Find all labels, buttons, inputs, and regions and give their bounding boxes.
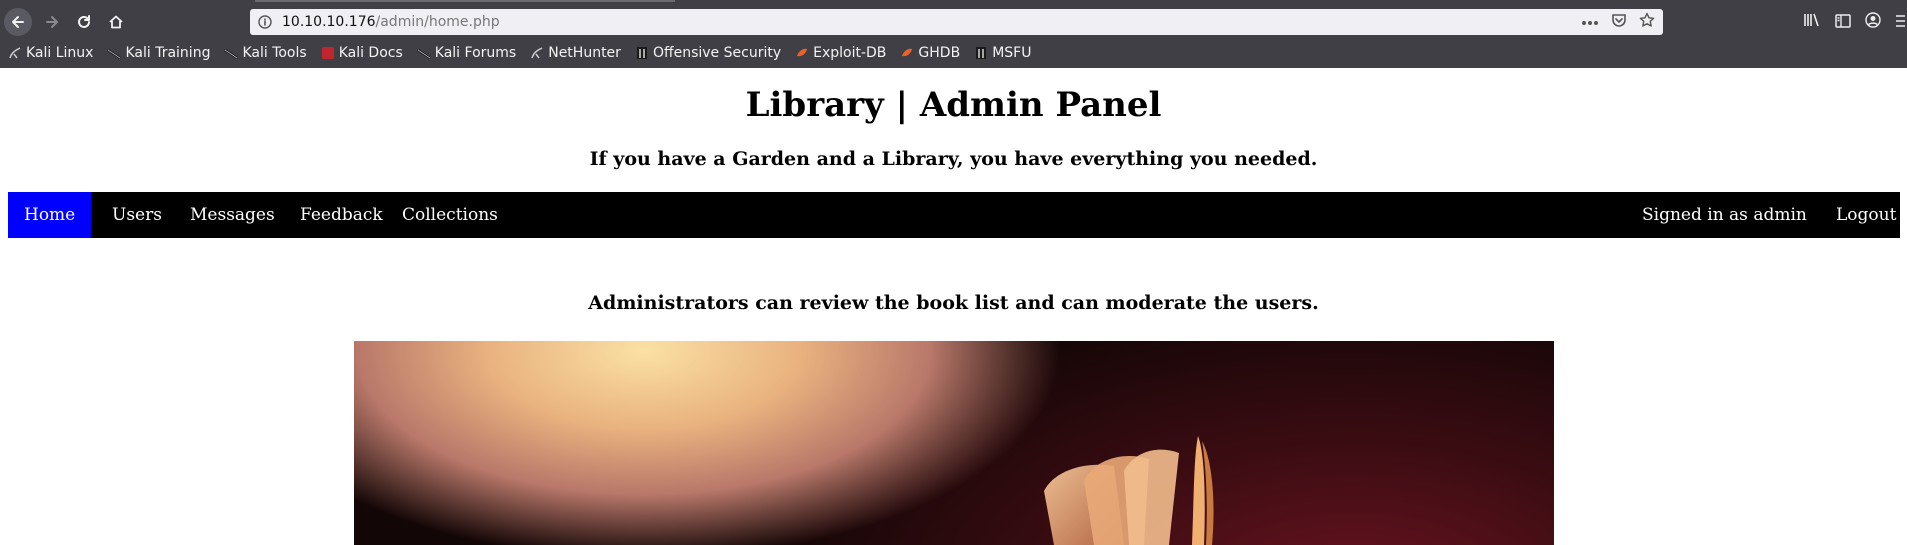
browser-chrome: 10.10.10.176/admin/home.php Kali Linux K… — [0, 0, 1907, 68]
forward-button[interactable] — [38, 8, 66, 36]
bookmark-label: Exploit-DB — [813, 45, 887, 61]
bookmark-item[interactable]: NetHunter — [530, 45, 621, 61]
site-info-icon[interactable] — [256, 13, 274, 31]
bookmark-item[interactable]: Exploit-DB — [795, 45, 886, 61]
toolbar-right — [1803, 9, 1907, 35]
bookmark-item[interactable]: Kali Forums — [417, 45, 516, 61]
page-actions-icon[interactable] — [1581, 14, 1599, 30]
kali-dragon-icon — [417, 46, 431, 60]
open-book-illustration — [1044, 436, 1214, 545]
nav-users[interactable]: Users — [96, 192, 178, 238]
reload-button[interactable] — [70, 8, 98, 36]
hero-book-image — [354, 341, 1554, 545]
account-icon[interactable] — [1865, 12, 1881, 32]
bookmark-star-icon[interactable] — [1639, 12, 1655, 32]
pocket-icon[interactable] — [1611, 12, 1627, 32]
bookmark-label: MSFU — [992, 45, 1032, 61]
admin-description: Administrators can review the book list … — [588, 292, 1319, 314]
signed-in-status[interactable]: Signed in as admin — [1626, 192, 1823, 238]
forward-arrow-icon — [46, 16, 58, 28]
nav-collections[interactable]: Collections — [386, 192, 514, 238]
url-path: /admin/home.php — [375, 14, 500, 30]
offsec-icon — [974, 46, 988, 60]
nav-messages[interactable]: Messages — [174, 192, 291, 238]
sidebar-icon[interactable] — [1835, 13, 1851, 32]
offsec-icon — [635, 46, 649, 60]
kali-docs-icon — [321, 46, 335, 60]
nethunter-icon — [530, 46, 544, 60]
library-icon[interactable] — [1803, 12, 1821, 32]
bookmark-item[interactable]: GHDB — [900, 45, 960, 61]
bookmark-item[interactable]: Kali Training — [107, 45, 210, 61]
bookmark-label: GHDB — [918, 45, 961, 61]
bookmark-item[interactable]: MSFU — [974, 45, 1031, 61]
bookmark-label: Kali Tools — [242, 45, 307, 61]
bookmark-label: Kali Forums — [434, 45, 517, 61]
kali-dragon-icon — [8, 46, 22, 60]
page-tagline: If you have a Garden and a Library, you … — [589, 148, 1318, 170]
ghdb-icon — [900, 46, 914, 60]
menu-icon[interactable] — [1895, 13, 1905, 32]
bookmark-label: NetHunter — [548, 45, 621, 61]
bookmarks-toolbar: Kali Linux Kali Training Kali Tools Kali… — [8, 42, 1031, 64]
active-tab-indicator — [255, 0, 675, 2]
address-bar[interactable]: 10.10.10.176/admin/home.php — [250, 9, 1663, 35]
bookmark-item[interactable]: Offensive Security — [635, 45, 781, 61]
home-button[interactable] — [102, 8, 130, 36]
nav-feedback[interactable]: Feedback — [284, 192, 399, 238]
reload-icon — [78, 15, 90, 28]
bookmark-label: Kali Training — [125, 45, 211, 61]
page-title: Library | Admin Panel — [745, 85, 1162, 125]
bookmark-label: Offensive Security — [652, 45, 782, 61]
kali-dragon-icon — [107, 46, 122, 60]
nav-home[interactable]: Home — [8, 192, 92, 238]
back-arrow-icon — [12, 16, 24, 28]
admin-navbar: Home Users Messages Feedback Collections… — [8, 192, 1900, 238]
exploitdb-icon — [795, 46, 809, 60]
bookmark-item[interactable]: Kali Tools — [224, 45, 307, 61]
bookmark-label: Kali Linux — [26, 45, 94, 61]
bookmark-label: Kali Docs — [338, 45, 403, 61]
url-host: 10.10.10.176 — [282, 14, 376, 30]
bookmark-item[interactable]: Kali Docs — [321, 45, 403, 61]
kali-dragon-icon — [224, 46, 239, 60]
back-button[interactable] — [4, 8, 32, 36]
nav-logout[interactable]: Logout — [1820, 192, 1907, 238]
page-content: Library | Admin Panel If you have a Gard… — [0, 68, 1907, 545]
home-icon — [109, 15, 123, 29]
bookmark-item[interactable]: Kali Linux — [8, 45, 93, 61]
